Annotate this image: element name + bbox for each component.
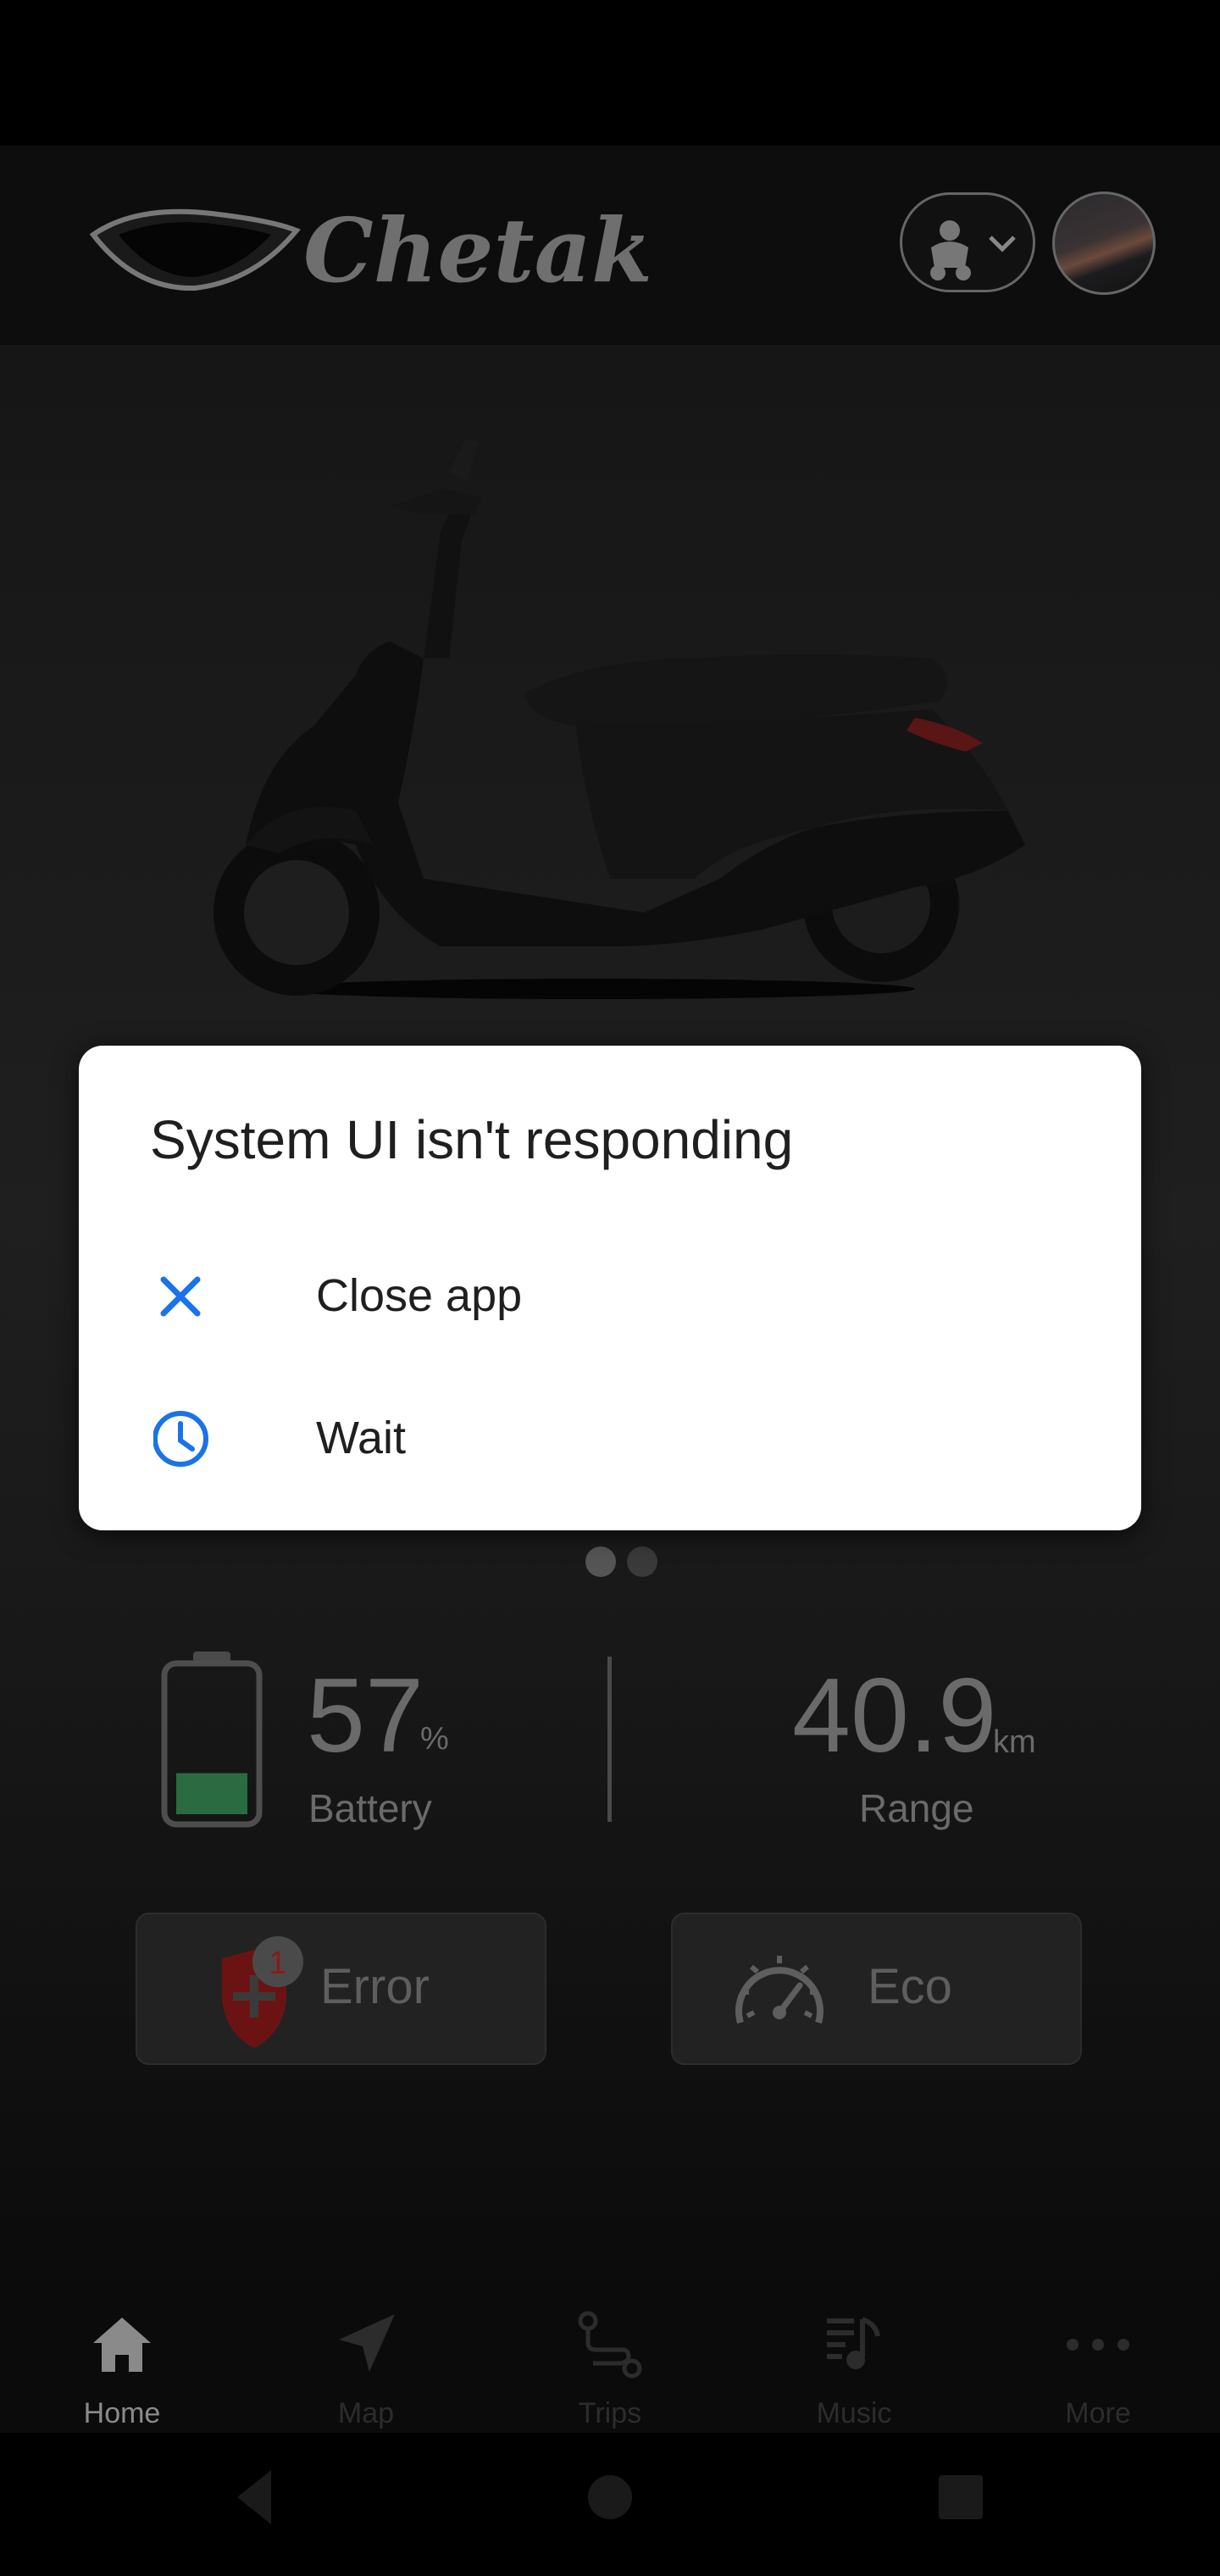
anr-dialog: System UI isn't responding Close app Wai… <box>79 1046 1141 1530</box>
app-root: Chetak 57 % Battery 40.9 km Range 1 Erro… <box>0 0 1220 2576</box>
close-icon <box>160 1276 201 1317</box>
close-app-label: Close app <box>316 1270 523 1321</box>
dialog-title: System UI isn't responding <box>150 1109 794 1170</box>
clock-icon <box>153 1411 208 1467</box>
wait-option[interactable]: Wait <box>79 1369 1141 1505</box>
close-app-option[interactable]: Close app <box>79 1227 1141 1363</box>
wait-label: Wait <box>316 1413 406 1463</box>
